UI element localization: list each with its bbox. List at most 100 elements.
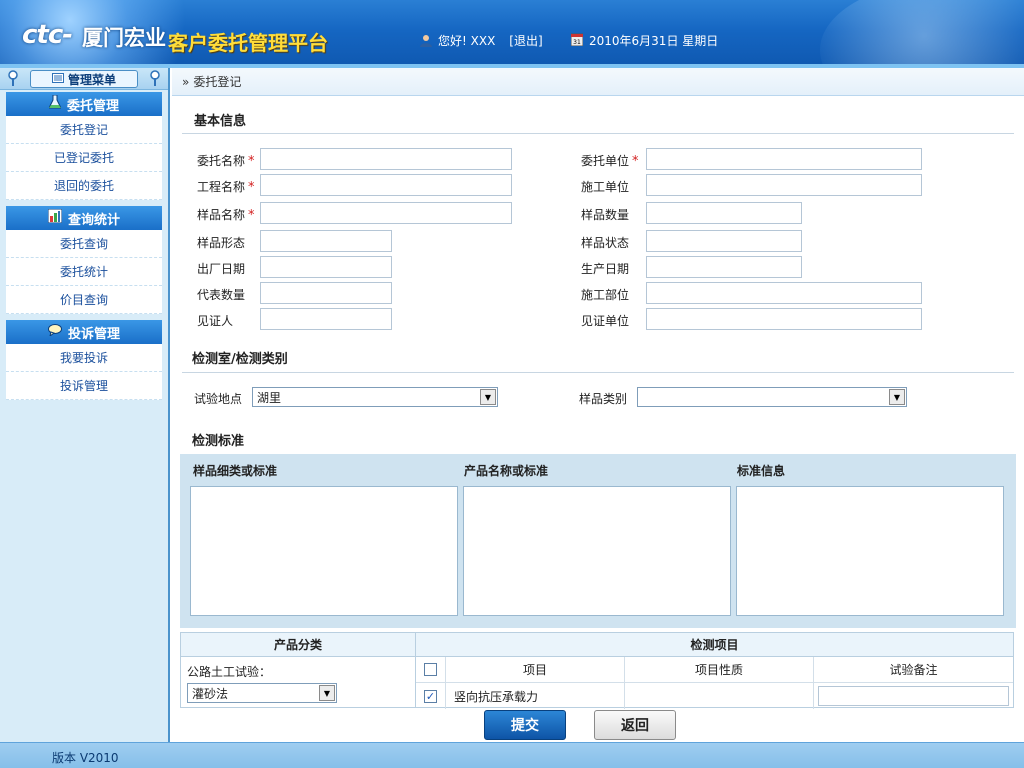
- product-category-row: 公路土工试验： 灌砂法 ▼: [181, 657, 415, 709]
- sidebar-section-body: 我要投诉 投诉管理: [6, 344, 162, 400]
- main-content: » 委托登记 基本信息 委托名称 * 委托单位 * 工程名称 * 施工单位 样品名称 *…: [172, 68, 1024, 742]
- sample-quantity-input[interactable]: [646, 202, 802, 224]
- factory-date-label: 出厂日期: [197, 262, 246, 276]
- table-row: ✓ 竖向抗压承载力: [416, 683, 1013, 709]
- lab-section-title: 检测室/检测类别: [192, 352, 288, 367]
- production-date-label: 生产日期: [581, 262, 630, 276]
- sidebar-section-body: 委托登记 已登记委托 退回的委托: [6, 116, 162, 200]
- item-name: 竖向抗压承载力: [446, 683, 625, 709]
- sidebar-item-registered-entrust[interactable]: 已登记委托: [6, 144, 162, 172]
- standard-col-sample-type: 样品细类或标准: [193, 464, 278, 478]
- sidebar-item-entrust-statistics[interactable]: 委托统计: [6, 258, 162, 286]
- breadcrumb-current: 委托登记: [193, 75, 242, 89]
- product-name-listbox[interactable]: [463, 486, 731, 616]
- header-globe-decoration: [820, 0, 1024, 68]
- logo-ctc: ctc-: [22, 20, 73, 50]
- standard-col-standard-info: 标准信息: [737, 464, 786, 478]
- required-mark: *: [248, 154, 255, 169]
- chevron-down-icon[interactable]: ▼: [889, 389, 905, 405]
- menu-icon: [51, 72, 64, 86]
- construction-part-input[interactable]: [646, 282, 922, 304]
- entrust-unit-label: 委托单位 *: [581, 154, 639, 169]
- pin-icon: [150, 70, 160, 86]
- entrust-name-label: 委托名称 *: [197, 154, 255, 169]
- standard-section-title: 检测标准: [192, 434, 245, 449]
- sample-name-input[interactable]: [260, 202, 512, 224]
- item-remark-input[interactable]: [818, 686, 1009, 706]
- row-checkbox[interactable]: ✓: [424, 689, 437, 703]
- flask-icon: [48, 94, 62, 113]
- section-divider: [182, 372, 1014, 373]
- column-header-nature: 项目性质: [625, 657, 814, 682]
- factory-date-input[interactable]: [260, 256, 392, 278]
- project-name-input[interactable]: [260, 174, 512, 196]
- sidebar-item-price-query[interactable]: 价目查询: [6, 286, 162, 314]
- breadcrumb-arrow-icon: »: [182, 74, 190, 89]
- witness-unit-input[interactable]: [646, 308, 922, 330]
- logout-link[interactable]: [退出]: [509, 32, 542, 49]
- version-label: 版本 V2010: [52, 751, 119, 765]
- witness-label: 见证人: [197, 314, 234, 328]
- test-method-value: 灌砂法: [192, 686, 229, 701]
- menu-title: 管理菜单: [30, 70, 138, 88]
- standard-col-product-name: 产品名称或标准: [464, 464, 549, 478]
- sidebar-section-title: 委托管理: [66, 98, 119, 114]
- required-mark: *: [248, 208, 255, 223]
- test-site-label: 试验地点: [194, 392, 243, 406]
- row-select-cell: ✓: [416, 683, 446, 709]
- current-date: 2010年6月31日 星期日: [589, 34, 719, 48]
- test-items-table: 检测项目 项目 项目性质 试验备注 ✓ 竖向抗压承载力: [416, 632, 1014, 709]
- construction-part-label: 施工部位: [581, 288, 630, 302]
- sample-quantity-label: 样品数量: [581, 208, 630, 222]
- project-name-label: 工程名称 *: [197, 180, 255, 195]
- test-method-select[interactable]: 灌砂法 ▼: [187, 683, 337, 703]
- standard-info-listbox[interactable]: [736, 486, 1004, 616]
- footer: 版本 V2010: [0, 742, 1024, 768]
- product-category-header: 产品分类: [181, 633, 415, 657]
- svg-text:31: 31: [573, 39, 581, 46]
- breadcrumb: » 委托登记: [172, 68, 1024, 96]
- required-mark: *: [248, 180, 255, 195]
- sidebar-section-query[interactable]: 查询统计: [6, 206, 162, 230]
- entrust-name-input[interactable]: [260, 148, 512, 170]
- column-header-item: 项目: [446, 657, 625, 682]
- test-site-value: 湖里: [257, 390, 282, 405]
- column-header-remark: 试验备注: [889, 663, 938, 677]
- sidebar-item-entrust-query[interactable]: 委托查询: [6, 230, 162, 258]
- greeting: 您好! XXX: [438, 34, 496, 48]
- sample-form-input[interactable]: [260, 230, 392, 252]
- chevron-down-icon[interactable]: ▼: [319, 685, 335, 701]
- sample-name-label: 样品名称 *: [197, 208, 255, 223]
- sidebar-item-returned-entrust[interactable]: 退回的委托: [6, 172, 162, 200]
- sidebar-item-complaint-management[interactable]: 投诉管理: [6, 372, 162, 400]
- item-nature: [625, 683, 814, 709]
- representative-quantity-input[interactable]: [260, 282, 392, 304]
- sidebar-item-submit-complaint[interactable]: 我要投诉: [6, 344, 162, 372]
- menu-title-label: 管理菜单: [67, 72, 116, 87]
- table-header-row: 项目 项目性质 试验备注: [416, 657, 1013, 683]
- test-items-header: 检测项目: [416, 633, 1013, 657]
- item-remark-cell: [814, 683, 1013, 709]
- sidebar-section-complaint[interactable]: 投诉管理: [6, 320, 162, 344]
- witness-input[interactable]: [260, 308, 392, 330]
- construction-unit-label: 施工单位: [581, 180, 630, 194]
- test-site-select[interactable]: 湖里 ▼: [252, 387, 498, 407]
- user-area: 您好! XXX [退出]: [420, 32, 543, 49]
- date-area: 31 2010年6月31日 星期日: [570, 32, 719, 49]
- representative-quantity-label: 代表数量: [197, 288, 246, 302]
- logo-company: 厦门宏业: [82, 26, 166, 50]
- chevron-down-icon[interactable]: ▼: [480, 389, 496, 405]
- submit-button[interactable]: 提交: [484, 710, 566, 740]
- entrust-unit-input[interactable]: [646, 148, 922, 170]
- sidebar-section-entrust[interactable]: 委托管理: [6, 92, 162, 116]
- select-all-checkbox[interactable]: [424, 663, 437, 676]
- sidebar-section-body: 委托查询 委托统计 价目查询: [6, 230, 162, 314]
- sample-category-label: 样品类别: [579, 392, 628, 406]
- sample-category-select[interactable]: ▼: [637, 387, 907, 407]
- sample-status-input[interactable]: [646, 230, 802, 252]
- construction-unit-input[interactable]: [646, 174, 922, 196]
- back-button[interactable]: 返回: [594, 710, 676, 740]
- sidebar-item-entrust-register[interactable]: 委托登记: [6, 116, 162, 144]
- sample-type-listbox[interactable]: [190, 486, 458, 616]
- production-date-input[interactable]: [646, 256, 802, 278]
